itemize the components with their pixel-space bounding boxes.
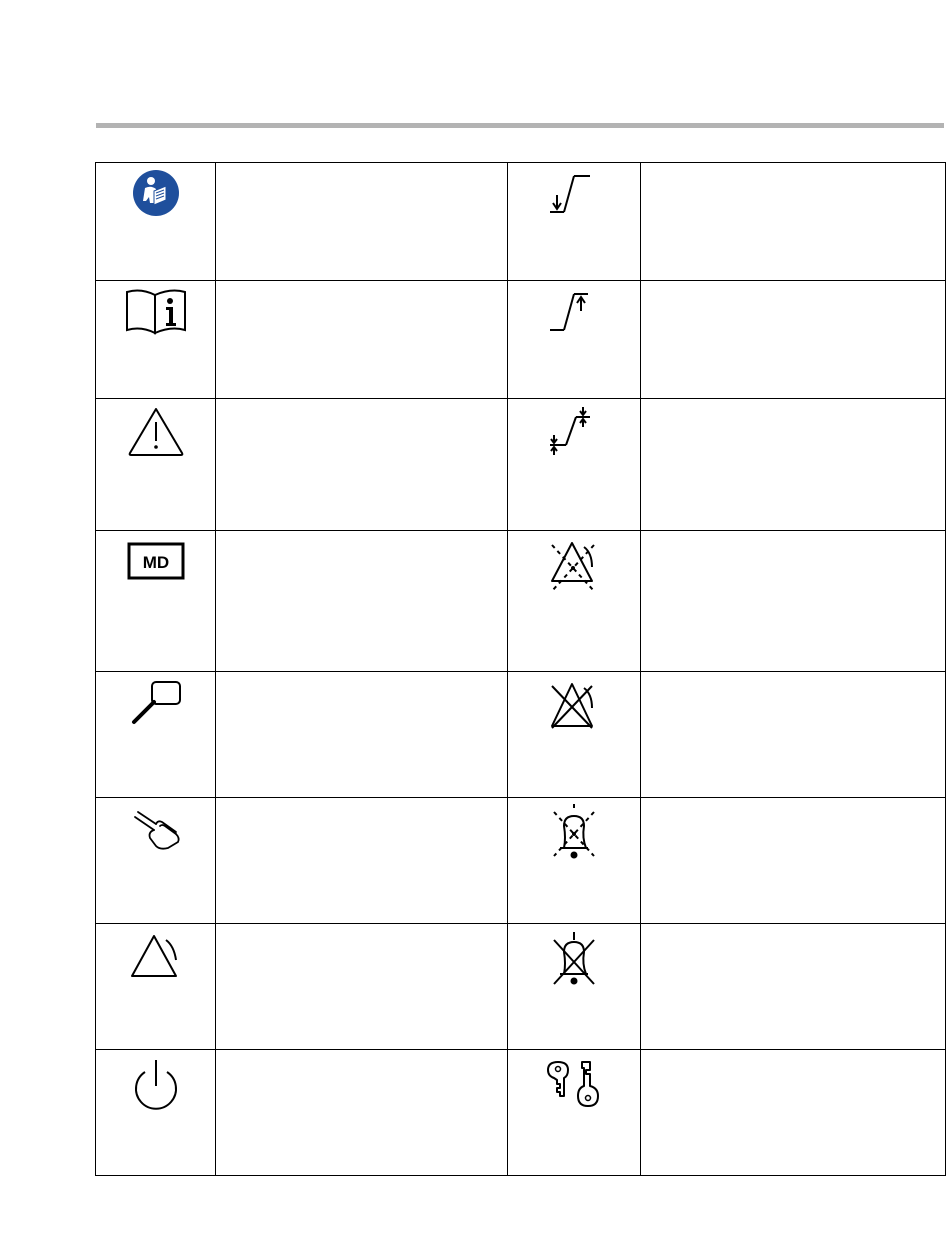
description-cell <box>640 923 946 1050</box>
symbol-cell <box>95 797 216 924</box>
audio-off-icon <box>553 932 595 985</box>
symbol-cell <box>95 398 216 531</box>
table-row <box>95 797 946 924</box>
upper-limit-icon <box>550 293 588 331</box>
table-row <box>95 280 946 399</box>
medical-device-icon: MD <box>127 542 184 580</box>
table-row <box>95 398 946 531</box>
alarm-paused-icon <box>551 542 595 592</box>
audio-paused-icon <box>553 804 595 859</box>
symbol-cell <box>507 797 641 924</box>
description-cell <box>640 1049 946 1176</box>
read-instructions-mandatory-icon <box>132 170 179 216</box>
caution-icon <box>128 408 183 456</box>
upper-and-lower-limit-icon <box>550 407 590 455</box>
symbol-cell <box>507 530 641 672</box>
lower-limit-icon <box>550 175 590 213</box>
table-row <box>95 1049 946 1176</box>
alarm-triangle-icon <box>130 935 177 977</box>
description-cell <box>640 162 946 281</box>
zoom-magnifier-icon <box>131 681 181 724</box>
symbol-cell <box>95 671 216 798</box>
touch-point-hand-icon <box>133 811 180 850</box>
consult-instructions-for-use-icon <box>125 289 186 335</box>
description-cell <box>640 280 946 399</box>
symbol-cell <box>95 162 216 281</box>
description-cell <box>640 671 946 798</box>
description-cell <box>215 797 508 924</box>
description-cell <box>215 280 508 399</box>
symbol-cell <box>507 398 641 531</box>
symbol-cell <box>507 162 641 281</box>
symbol-cell <box>95 923 216 1050</box>
table-row: MD <box>95 530 946 672</box>
symbol-cell: MD <box>95 530 216 672</box>
description-cell <box>215 530 508 672</box>
symbol-cell <box>95 1049 216 1176</box>
medical-device-label: MD <box>142 553 168 572</box>
key-lock-icon <box>547 1061 599 1107</box>
symbol-cell <box>507 923 641 1050</box>
symbol-cell <box>507 671 641 798</box>
table-row <box>95 671 946 798</box>
description-cell <box>215 1049 508 1176</box>
alarm-off-icon <box>551 683 593 729</box>
description-cell <box>215 671 508 798</box>
description-cell <box>640 797 946 924</box>
table-row <box>95 162 946 281</box>
symbol-cell <box>507 1049 641 1176</box>
description-cell <box>640 398 946 531</box>
symbol-cell <box>507 280 641 399</box>
header-rule <box>96 123 944 128</box>
power-standby-icon <box>134 1060 177 1110</box>
description-cell <box>640 530 946 672</box>
description-cell <box>215 398 508 531</box>
description-cell <box>215 162 508 281</box>
description-cell <box>215 923 508 1050</box>
table-row <box>95 923 946 1050</box>
symbol-cell <box>95 280 216 399</box>
symbol-table: MD <box>95 162 946 1176</box>
